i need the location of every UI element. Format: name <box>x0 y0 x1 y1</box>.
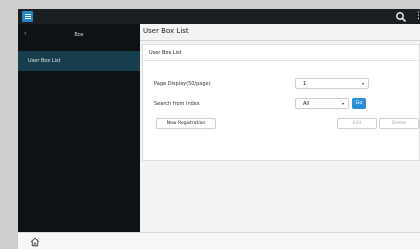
page-display-select[interactable]: 1 ▾ <box>295 78 369 89</box>
card-divider <box>143 60 420 61</box>
search-index-select[interactable]: All ▾ <box>295 98 349 109</box>
search-index-value: All <box>303 101 310 107</box>
edit-button[interactable]: Edit <box>337 118 377 129</box>
page-display-label: Page Display(50/page) <box>154 81 211 87</box>
chevron-down-icon: ▾ <box>341 101 344 106</box>
search-index-label: Search from Index <box>154 101 200 107</box>
sidebar: ‹ Box User Box List <box>18 24 140 232</box>
user-box-list-card: User Box List Page Display(50/page) 1 ▾ … <box>142 44 420 161</box>
page-title: User Box List <box>143 27 189 35</box>
page-display-value: 1 <box>303 81 307 87</box>
top-bar: ⋮ <box>18 9 420 24</box>
go-button[interactable]: Go <box>352 98 366 109</box>
sidebar-header: ‹ Box <box>18 24 140 49</box>
search-icon[interactable] <box>395 11 407 23</box>
title-divider <box>140 40 420 41</box>
footer-bar <box>18 232 420 249</box>
card-title: User Box List <box>149 50 182 56</box>
hamburger-menu-icon[interactable] <box>22 11 33 22</box>
more-vertical-icon[interactable]: ⋮ <box>414 10 420 23</box>
home-icon[interactable] <box>30 237 40 247</box>
sidebar-title: Box <box>74 32 84 38</box>
new-registration-button[interactable]: New Registration <box>156 118 216 129</box>
sidebar-item-label: User Box List <box>28 58 61 64</box>
sidebar-item-user-box-list[interactable]: User Box List <box>18 51 140 71</box>
app-screen: ⋮ ‹ Box User Box List User Box List User… <box>18 9 420 249</box>
main-content: User Box List User Box List Page Display… <box>140 24 420 232</box>
chevron-down-icon: ▾ <box>361 81 364 86</box>
delete-button[interactable]: Delete <box>379 118 419 129</box>
